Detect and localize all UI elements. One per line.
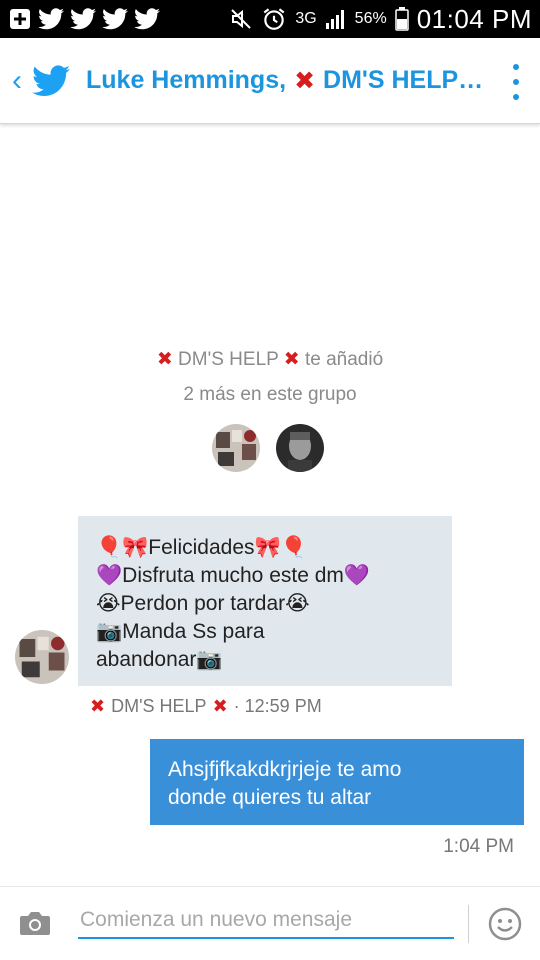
cross-mark-icon: ✖	[212, 696, 228, 716]
outgoing-message-bubble[interactable]: Ahsjfjfkakdkrjrjeje te amo donde quieres…	[150, 739, 524, 825]
status-bar: 3G 56% 01:04 PM	[0, 0, 540, 38]
twitter-notification-icon	[102, 8, 128, 30]
cross-mark-icon: ✖	[156, 349, 173, 370]
message-input[interactable]	[78, 903, 454, 939]
app-bar: ‹ Luke Hemmings, ✖ DM'S HELP…	[0, 38, 540, 124]
battery-icon	[394, 7, 409, 31]
mute-icon	[229, 7, 253, 31]
actor-name: DM'S HELP	[178, 349, 279, 370]
avatar[interactable]	[276, 424, 324, 472]
message-line: abandonar📷	[96, 648, 223, 671]
system-indicators: 3G 56% 01:04 PM	[229, 4, 532, 35]
cross-mark-icon: ✖	[90, 696, 106, 716]
composer-divider	[468, 905, 469, 943]
group-avatars	[212, 424, 324, 472]
message-line: 🎈🎀Felicidades🎀🎈	[96, 536, 307, 559]
group-count-text: 2 más en este grupo	[183, 384, 357, 405]
add-box-icon	[8, 7, 32, 31]
twitter-notification-icon	[38, 8, 64, 30]
title-suffix: DM'S HELP…	[323, 66, 484, 94]
notification-icons	[8, 7, 160, 31]
camera-icon[interactable]	[18, 909, 52, 937]
incoming-message-meta: ✖ DM'S HELP ✖ · 12:59 PM	[90, 696, 322, 717]
signal-icon	[325, 8, 347, 30]
network-type: 3G	[295, 10, 317, 27]
message-line: 📷Manda Ss para	[96, 620, 265, 643]
message-line: 💜Disfruta mucho este dm💜	[96, 564, 371, 587]
emoji-icon[interactable]	[488, 907, 522, 941]
twitter-notification-icon	[134, 8, 160, 30]
message-line: Ahsjfjfkakdkrjrjeje te amo	[168, 758, 402, 781]
clock: 01:04 PM	[416, 3, 532, 34]
cross-mark-icon: ✖	[294, 66, 316, 95]
message-time: · 12:59 PM	[233, 696, 322, 716]
message-line: donde quieres tu altar	[168, 786, 372, 809]
battery-percent: 56%	[354, 10, 387, 27]
message-line: 😭Perdon por tardar😭	[96, 592, 310, 615]
sender-name: DM'S HELP	[111, 696, 207, 716]
sender-avatar[interactable]	[15, 630, 69, 684]
title-prefix: Luke Hemmings,	[86, 66, 287, 94]
incoming-message-bubble[interactable]: 🎈🎀Felicidades🎀🎈 💜Disfruta mucho este dm💜…	[78, 516, 452, 686]
message-composer	[0, 886, 540, 960]
cross-mark-icon: ✖	[283, 349, 300, 370]
back-chevron-icon[interactable]: ‹	[6, 64, 28, 98]
avatar[interactable]	[212, 424, 260, 472]
alarm-icon	[261, 6, 287, 32]
action-text: te añadió	[304, 349, 384, 370]
system-added-message: ✖ DM'S HELP ✖ te añadió	[0, 348, 540, 371]
conversation-title[interactable]: Luke Hemmings, ✖ DM'S HELP…	[86, 66, 483, 96]
overflow-menu-icon[interactable]	[512, 64, 520, 100]
outgoing-message-time: 1:04 PM	[443, 836, 514, 857]
twitter-notification-icon	[70, 8, 96, 30]
twitter-bird-icon[interactable]	[32, 60, 74, 102]
